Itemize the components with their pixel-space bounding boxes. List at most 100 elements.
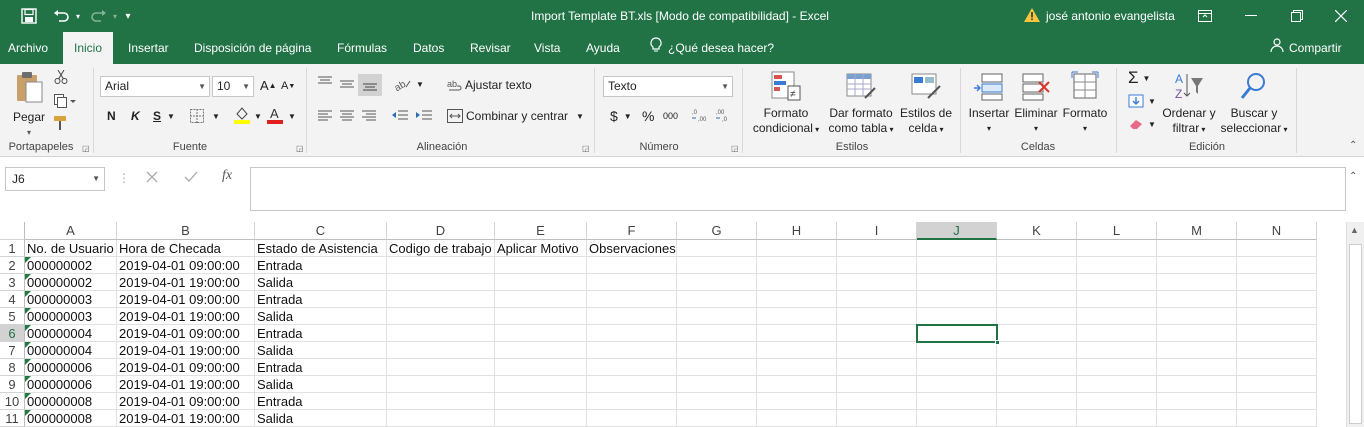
cell-f8[interactable] (587, 359, 677, 376)
cell-d8[interactable] (387, 359, 495, 376)
cell-k8[interactable] (997, 359, 1077, 376)
cell-g6[interactable] (677, 325, 757, 342)
cell-e4[interactable] (495, 291, 587, 308)
font-color-icon[interactable]: A (267, 106, 283, 124)
cell-e2[interactable] (495, 257, 587, 274)
column-header-m[interactable]: M (1157, 222, 1237, 240)
percent-button[interactable]: % (642, 108, 654, 124)
row-header[interactable]: 9 (0, 376, 25, 393)
collapse-formula-bar-icon[interactable]: ⌃ (1349, 171, 1357, 182)
cell-m1[interactable] (1157, 240, 1237, 257)
cell-f3[interactable] (587, 274, 677, 291)
cell-k9[interactable] (997, 376, 1077, 393)
cell-m2[interactable] (1157, 257, 1237, 274)
cell-i10[interactable] (837, 393, 917, 410)
tab-inicio[interactable]: Inicio (63, 32, 113, 65)
cell-i1[interactable] (837, 240, 917, 257)
select-all-corner[interactable] (0, 222, 25, 240)
cell-g11[interactable] (677, 410, 757, 427)
minimize-icon[interactable] (1228, 0, 1274, 32)
cell-d5[interactable] (387, 308, 495, 325)
confirm-entry-icon[interactable] (184, 171, 198, 186)
cell-a9[interactable]: 000000006 (25, 376, 117, 393)
currency-button[interactable]: $ ▼ (610, 108, 632, 124)
cell-b5[interactable]: 2019-04-01 19:00:00 (117, 308, 255, 325)
cell-n9[interactable] (1237, 376, 1317, 393)
cell-m6[interactable] (1157, 325, 1237, 342)
share-button[interactable]: Compartir (1262, 32, 1350, 64)
cell-l7[interactable] (1077, 342, 1157, 359)
cell-b7[interactable]: 2019-04-01 19:00:00 (117, 342, 255, 359)
delete-cells-button[interactable]: Eliminar ▾ (1012, 70, 1060, 136)
grow-font-icon[interactable]: A ▲ (260, 78, 277, 93)
insert-function-icon[interactable]: fx (222, 168, 232, 184)
cell-b1[interactable]: Hora de Checada (117, 240, 255, 257)
formula-input[interactable] (250, 167, 1346, 211)
cell-n6[interactable] (1237, 325, 1317, 342)
cell-m7[interactable] (1157, 342, 1237, 359)
cell-a6[interactable]: 000000004 (25, 325, 117, 342)
cell-g4[interactable] (677, 291, 757, 308)
cell-c5[interactable]: Salida (255, 308, 387, 325)
shrink-font-icon[interactable]: A ▼ (281, 80, 295, 92)
collapse-ribbon-icon[interactable]: ⌃ (1349, 140, 1357, 151)
cell-c2[interactable]: Entrada (255, 257, 387, 274)
column-header-a[interactable]: A (25, 222, 117, 240)
cell-g2[interactable] (677, 257, 757, 274)
conditional-format-button[interactable]: ≠ Formato condicional ▾ (750, 70, 822, 137)
cell-j4[interactable] (917, 291, 997, 308)
row-header[interactable]: 2 (0, 257, 25, 274)
cell-n10[interactable] (1237, 393, 1317, 410)
cell-g7[interactable] (677, 342, 757, 359)
cell-m8[interactable] (1157, 359, 1237, 376)
column-header-e[interactable]: E (495, 222, 587, 240)
cell-n3[interactable] (1237, 274, 1317, 291)
cell-e5[interactable] (495, 308, 587, 325)
cell-h1[interactable] (757, 240, 837, 257)
customize-qat-icon[interactable]: ▾ (120, 0, 136, 32)
cell-c8[interactable]: Entrada (255, 359, 387, 376)
cell-g10[interactable] (677, 393, 757, 410)
increase-decimal-icon[interactable]: ,0,00 (692, 108, 708, 122)
cell-d4[interactable] (387, 291, 495, 308)
cell-e3[interactable] (495, 274, 587, 291)
row-header[interactable]: 4 (0, 291, 25, 308)
cut-icon[interactable] (54, 70, 68, 84)
cell-f7[interactable] (587, 342, 677, 359)
tab-formulas[interactable]: Fórmulas (329, 32, 395, 64)
cell-j7[interactable] (917, 342, 997, 359)
tab-archivo[interactable]: Archivo (0, 32, 56, 64)
tell-me-search[interactable]: ¿Qué desea hacer? (642, 32, 782, 64)
align-center-icon[interactable] (340, 110, 354, 122)
cell-k4[interactable] (997, 291, 1077, 308)
cell-c7[interactable]: Salida (255, 342, 387, 359)
cell-h3[interactable] (757, 274, 837, 291)
cell-d11[interactable] (387, 410, 495, 427)
cell-n8[interactable] (1237, 359, 1317, 376)
italic-button[interactable]: K (131, 109, 140, 123)
cell-j9[interactable] (917, 376, 997, 393)
cell-l2[interactable] (1077, 257, 1157, 274)
cell-d9[interactable] (387, 376, 495, 393)
chevron-down-icon[interactable]: ▼ (254, 112, 262, 121)
cell-h7[interactable] (757, 342, 837, 359)
cell-f1[interactable]: Observaciones (587, 240, 677, 257)
row-header[interactable]: 8 (0, 359, 25, 376)
decrease-decimal-icon[interactable]: ,00,0 (716, 108, 732, 122)
tab-revisar[interactable]: Revisar (462, 32, 519, 64)
restore-icon[interactable] (1274, 0, 1320, 32)
cell-f5[interactable] (587, 308, 677, 325)
cell-i2[interactable] (837, 257, 917, 274)
close-icon[interactable] (1318, 0, 1364, 32)
align-top-icon[interactable] (318, 76, 332, 88)
cell-k2[interactable] (997, 257, 1077, 274)
number-launcher-icon[interactable]: ◲ (731, 144, 739, 153)
cell-i8[interactable] (837, 359, 917, 376)
cell-d7[interactable] (387, 342, 495, 359)
cell-e8[interactable] (495, 359, 587, 376)
align-right-icon[interactable] (362, 110, 376, 122)
chevron-down-icon[interactable]: ▼ (167, 112, 175, 121)
cell-h8[interactable] (757, 359, 837, 376)
cell-f9[interactable] (587, 376, 677, 393)
underline-button[interactable]: S (153, 109, 161, 123)
